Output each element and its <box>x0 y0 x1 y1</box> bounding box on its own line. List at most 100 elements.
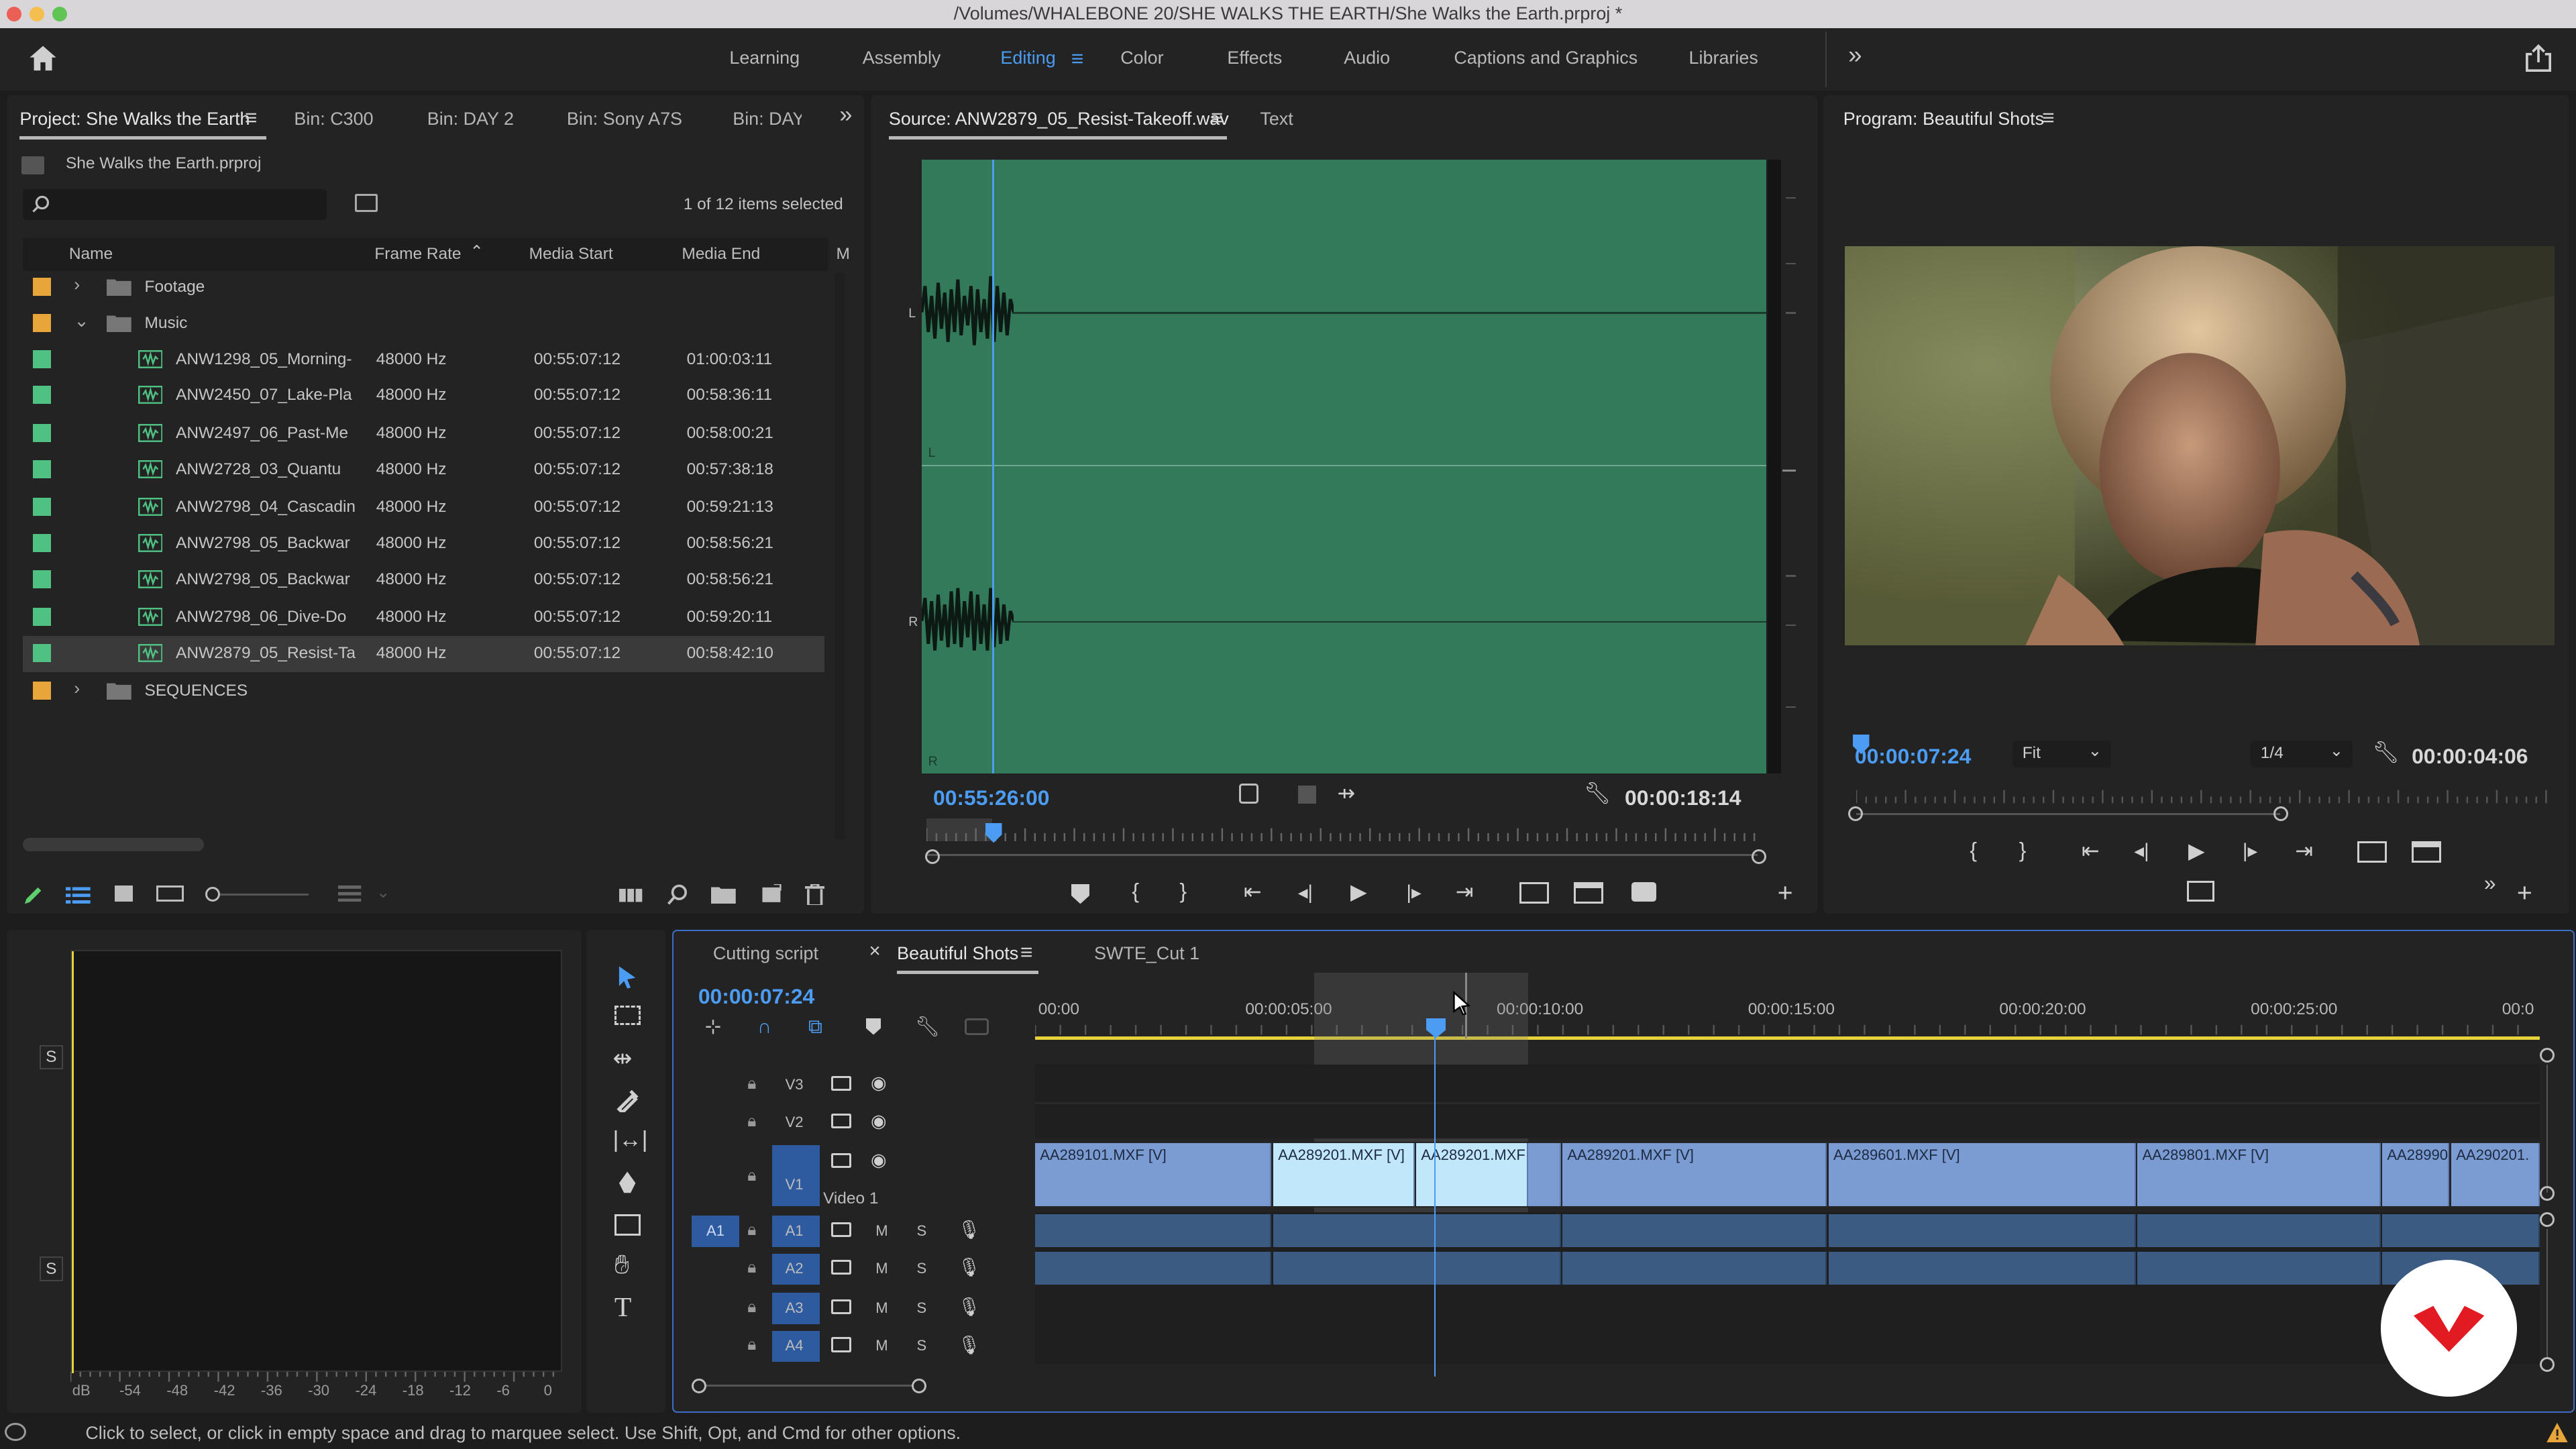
track-label-v2[interactable]: V2 <box>786 1114 804 1131</box>
workspace-assembly[interactable]: Assembly <box>863 48 941 68</box>
list-item[interactable]: ANW1298_05_Morning- 48000 Hz 00:55:07:12 01… <box>23 341 824 378</box>
drag-audio-only-icon[interactable] <box>1297 785 1316 804</box>
overwrite-icon[interactable] <box>1574 882 1604 904</box>
timeline-timecode[interactable]: 00:00:07:24 <box>698 984 814 1009</box>
column-media-end[interactable]: Media End <box>682 245 760 264</box>
audio-clip[interactable] <box>1828 1252 2136 1285</box>
sync-lock-icon[interactable] <box>831 1114 851 1129</box>
mute-button[interactable]: M <box>875 1222 888 1240</box>
video-tracks-v3-v2[interactable] <box>1034 1064 2540 1139</box>
lock-icon[interactable]: 🔒︎ <box>747 1298 756 1317</box>
audio-clip[interactable] <box>1562 1252 1827 1285</box>
list-item[interactable]: › SEQUENCES <box>23 674 824 710</box>
mute-button[interactable]: M <box>875 1299 888 1317</box>
lock-icon[interactable]: 🔒︎ <box>747 1075 756 1093</box>
hand-tool-icon[interactable]: ✋︎ <box>614 1250 629 1280</box>
step-forward-icon[interactable]: |▸ <box>2243 839 2257 863</box>
add-button-icon[interactable]: + <box>1778 879 1793 908</box>
audio-clip[interactable] <box>2137 1214 2381 1247</box>
status-indicator-icon[interactable] <box>5 1422 27 1441</box>
mark-out-icon[interactable]: } <box>1179 879 1187 904</box>
step-back-icon[interactable]: ◂| <box>1298 881 1313 904</box>
audio-waveform-display[interactable] <box>921 159 1770 774</box>
list-item[interactable]: ANW2798_06_Dive-Do 48000 Hz 00:55:07:12 00:… <box>23 600 824 636</box>
audio-clip[interactable] <box>2382 1214 2540 1247</box>
rectangle-tool-icon[interactable] <box>614 1214 641 1236</box>
expand-chevron-icon[interactable]: › <box>74 678 80 699</box>
list-item[interactable]: ANW2798_04_Cascadin 48000 Hz 00:55:07:12 00… <box>23 490 824 526</box>
export-frame-icon[interactable] <box>1631 882 1656 902</box>
audio-clip[interactable] <box>1034 1252 1272 1285</box>
program-zoom-bar[interactable] <box>1856 813 2281 815</box>
captions-icon[interactable] <box>964 1018 989 1035</box>
more-buttons-icon[interactable]: » <box>2484 871 2496 896</box>
workspace-menu-icon[interactable]: ≡ <box>1071 46 1084 71</box>
video-clip[interactable]: AA289101.MXF [V] <box>1034 1143 1272 1206</box>
track-label-a2[interactable]: A2 <box>786 1260 804 1277</box>
timeline-horizontal-scroll[interactable] <box>692 1378 932 1395</box>
eye-icon[interactable]: ◉ <box>871 1073 887 1093</box>
linked-selection-icon[interactable]: ⧉ <box>808 1017 822 1036</box>
track-label-a4[interactable]: A4 <box>786 1337 804 1354</box>
solo-bottom-button[interactable]: S <box>39 1256 63 1282</box>
source-playhead-marker[interactable] <box>985 822 1002 843</box>
more-workspaces-icon[interactable]: » <box>1848 41 1862 69</box>
workspace-editing[interactable]: Editing <box>1000 48 1055 68</box>
panel-menu-icon[interactable]: ≡ <box>1211 105 1224 130</box>
solo-top-button[interactable]: S <box>39 1044 63 1070</box>
workspace-libraries[interactable]: Libraries <box>1689 48 1758 68</box>
workspace-audio[interactable]: Audio <box>1344 48 1390 68</box>
audio-clip[interactable] <box>1034 1214 1272 1247</box>
solo-button[interactable]: S <box>917 1260 927 1277</box>
vertical-scrollbar[interactable] <box>835 272 845 840</box>
go-to-out-icon[interactable]: ⇥ <box>2295 838 2313 863</box>
timeline-settings-wrench-icon[interactable]: 🔧︎ <box>915 1017 940 1036</box>
source-zoom-bar[interactable] <box>926 854 1758 856</box>
track-label-v3[interactable]: V3 <box>786 1076 804 1093</box>
track-select-tool-icon[interactable] <box>614 1005 641 1026</box>
list-item[interactable]: ANW2450_07_Lake-Pla 48000 Hz 00:55:07:12 00… <box>23 378 824 414</box>
new-search-bin-icon[interactable] <box>354 193 378 212</box>
timeline-vertical-scroll[interactable] <box>2540 1048 2556 1377</box>
nest-insert-icon[interactable]: ⊹ <box>705 1017 722 1036</box>
home-icon[interactable] <box>28 44 58 72</box>
insert-icon[interactable] <box>1519 882 1550 904</box>
source-timecode[interactable]: 00:55:26:00 <box>933 786 1049 810</box>
microphone-icon[interactable]: 🎙︎ <box>958 1296 981 1318</box>
mark-out-icon[interactable]: } <box>2019 838 2027 863</box>
resolution-dropdown[interactable]: 1/4 ⌄ <box>2251 741 2353 767</box>
video-clip-segment[interactable] <box>1527 1143 1561 1206</box>
eye-icon[interactable]: ◉ <box>871 1150 887 1171</box>
tab-swte-cut[interactable]: SWTE_Cut 1 <box>1094 943 1199 964</box>
list-item[interactable]: › Footage <box>23 270 824 306</box>
tab-bin-day2[interactable]: Bin: DAY 2 <box>427 109 514 129</box>
microphone-icon[interactable]: 🎙︎ <box>958 1256 981 1278</box>
program-timecode[interactable]: 00:00:07:24 <box>1855 744 1971 769</box>
add-button-icon[interactable]: + <box>2517 879 2532 908</box>
sync-lock-icon[interactable] <box>831 1299 851 1315</box>
extract-icon[interactable] <box>2412 841 2442 863</box>
tab-cutting-script[interactable]: Cutting script <box>713 943 818 964</box>
list-item[interactable]: ⌄ Music <box>23 306 824 342</box>
sort-dropdown-icon[interactable]: ⌄ <box>376 882 390 902</box>
fit-dropdown[interactable]: Fit ⌄ <box>2012 741 2111 767</box>
column-frame-rate[interactable]: Frame Rate <box>374 245 461 264</box>
pen-tool-icon[interactable] <box>616 1170 639 1195</box>
play-icon[interactable]: ▶ <box>1350 879 1366 904</box>
tab-bin-day[interactable]: Bin: DAY <box>733 109 802 129</box>
step-back-icon[interactable]: ◂| <box>2134 839 2149 863</box>
more-tabs-icon[interactable]: » <box>839 102 852 128</box>
column-name[interactable]: Name <box>69 245 113 264</box>
timeline-playhead-marker[interactable] <box>1426 1018 1446 1038</box>
panel-menu-icon[interactable]: ≡ <box>2042 105 2055 130</box>
lock-icon[interactable]: 🔒︎ <box>747 1258 756 1277</box>
list-item[interactable]: ANW2497_06_Past-Me 48000 Hz 00:55:07:12 00:… <box>23 416 824 452</box>
solo-button[interactable]: S <box>917 1337 927 1354</box>
program-video-frame[interactable] <box>1845 246 2555 646</box>
razor-tool-icon[interactable] <box>616 1089 639 1112</box>
mute-button[interactable]: M <box>875 1260 888 1277</box>
selection-tool-icon[interactable] <box>616 965 639 989</box>
sync-lock-icon[interactable] <box>831 1076 851 1091</box>
comparison-view-icon[interactable] <box>2186 880 2215 902</box>
sort-icons-icon[interactable] <box>338 885 362 902</box>
